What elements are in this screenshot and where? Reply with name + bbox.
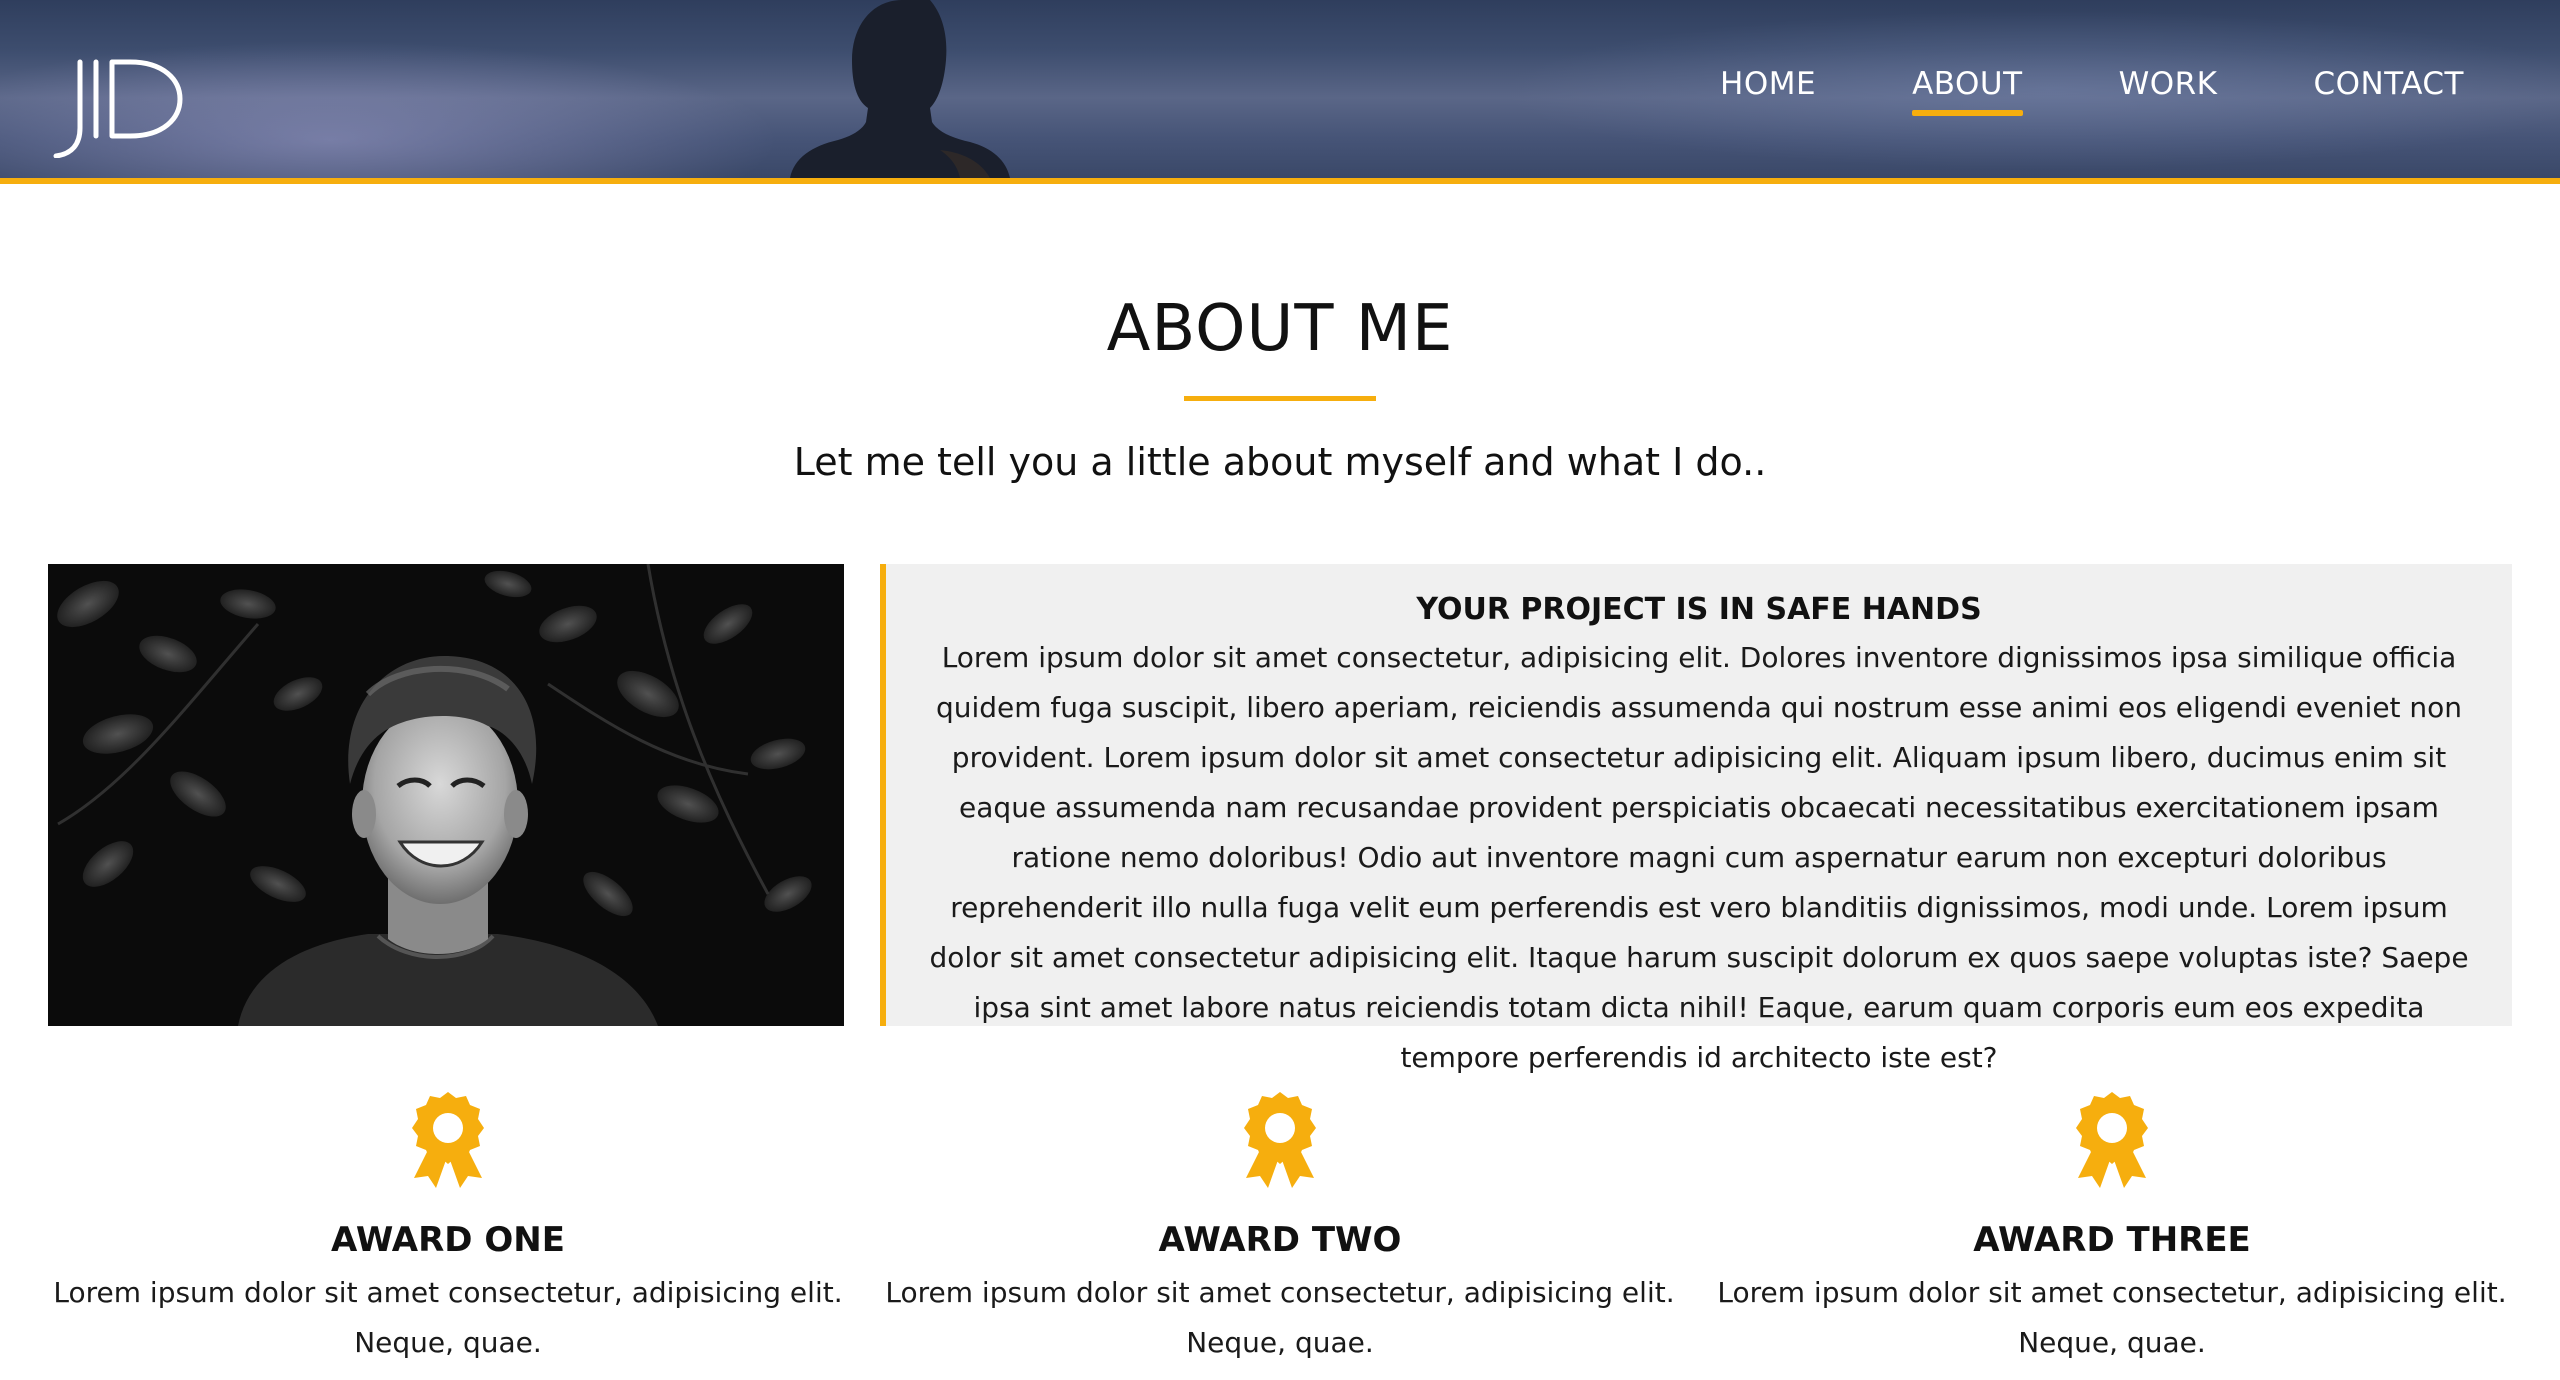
main-nav: HOME ABOUT WORK CONTACT [1624,66,2464,116]
feature-body-text: Lorem ipsum dolor sit amet consectetur, … [929,641,2469,1074]
award-text: Lorem ipsum dolor sit amet consectetur, … [885,1276,1675,1359]
award-card: AWARD TWO Lorem ipsum dolor sit amet con… [880,1090,1680,1368]
nav-contact-link[interactable]: CONTACT [2313,66,2464,116]
portrait-photo [48,564,844,1026]
award-text: Lorem ipsum dolor sit amet consectetur, … [53,1276,843,1359]
award-title: AWARD THREE [1973,1220,2251,1260]
site-header: HOME ABOUT WORK CONTACT [0,0,2560,184]
award-title: AWARD TWO [1158,1220,1402,1260]
awards-section: AWARD ONE Lorem ipsum dolor sit amet con… [48,1090,2512,1368]
award-text: Lorem ipsum dolor sit amet consectetur, … [1717,1276,2507,1359]
jd-logo[interactable] [50,58,186,158]
page-subtitle: Let me tell you a little about myself an… [793,440,1767,484]
feature-heading: YOUR PROJECT IS IN SAFE HANDS [1416,592,1982,627]
title-underline [1184,396,1376,401]
nav-home-link[interactable]: HOME [1720,66,1816,116]
award-card: AWARD ONE Lorem ipsum dolor sit amet con… [48,1090,848,1368]
award-ribbon-icon [412,1092,484,1188]
award-ribbon-icon [1244,1092,1316,1188]
award-ribbon-icon [2076,1092,2148,1188]
nav-about-link[interactable]: ABOUT [1912,66,2024,116]
nav-work-link[interactable]: WORK [2119,66,2218,116]
about-feature-box: YOUR PROJECT IS IN SAFE HANDS Lorem ipsu… [880,564,2512,1074]
page-title: ABOUT ME [1106,292,1454,366]
header-person-silhouette [790,0,1010,178]
award-title: AWARD ONE [331,1220,565,1260]
award-card: AWARD THREE Lorem ipsum dolor sit amet c… [1712,1090,2512,1368]
